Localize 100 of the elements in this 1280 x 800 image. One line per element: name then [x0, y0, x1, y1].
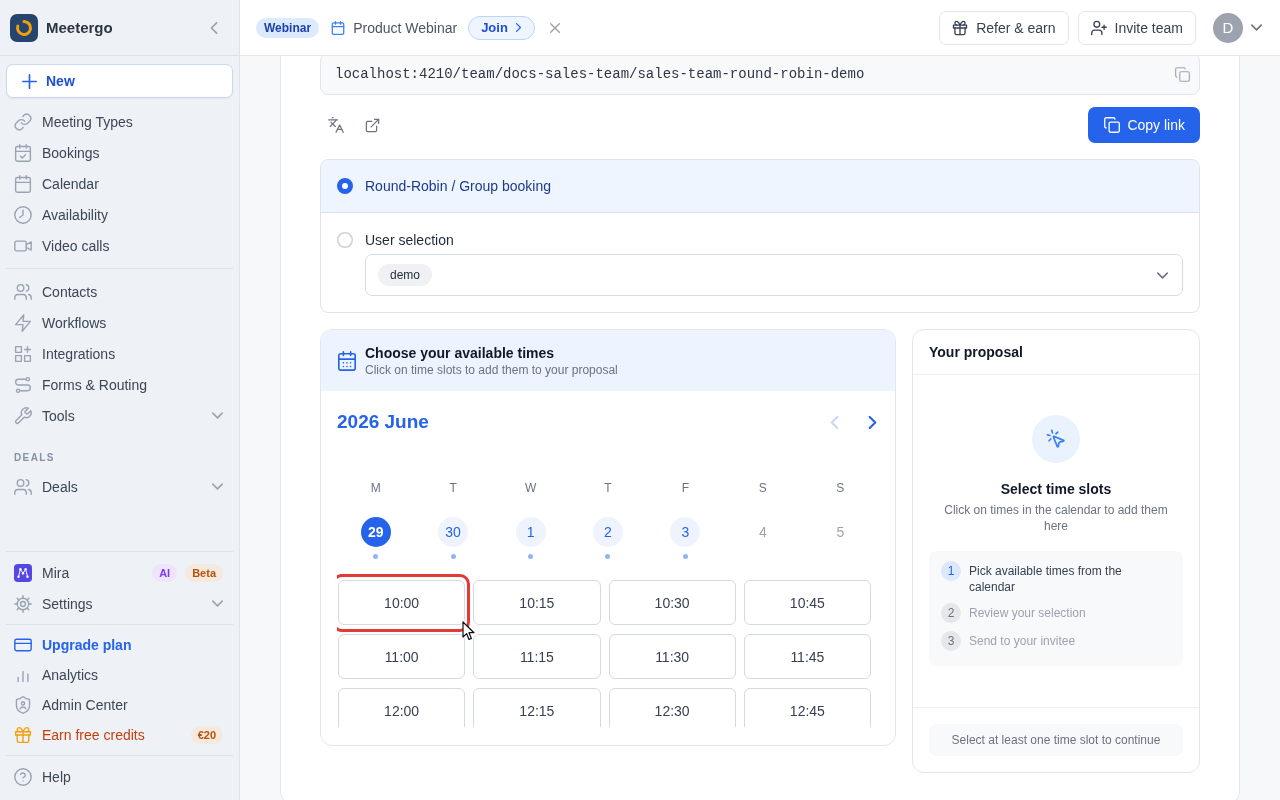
- section-heading: DEALS: [13, 452, 56, 464]
- time-slot-button[interactable]: 12:00: [338, 688, 466, 727]
- user-select-field[interactable]: demo: [365, 254, 1183, 296]
- date-button[interactable]: 1: [515, 517, 546, 547]
- weekday-label: F: [680, 480, 691, 496]
- step-text: Review your selection: [969, 605, 1086, 621]
- calendar-icon: [14, 174, 32, 193]
- grid-plus-icon: [14, 344, 32, 363]
- gift-icon: [14, 726, 32, 744]
- nav-link[interactable]: Deals: [14, 471, 212, 502]
- route-icon: [14, 375, 32, 394]
- new-button[interactable]: New: [6, 64, 233, 98]
- translate-icon[interactable]: [328, 117, 344, 133]
- empty-state-text: Click on times in the calendar to add them here: [943, 502, 1169, 534]
- join-button[interactable]: Join: [468, 15, 535, 40]
- step-text: Send to your invitee: [969, 633, 1076, 649]
- credit-card-icon: [14, 636, 32, 654]
- weekday-label: M: [369, 480, 382, 496]
- nav-link[interactable]: Calendar: [14, 168, 223, 199]
- date-button[interactable]: 29: [360, 517, 391, 547]
- nav-badge: Beta: [185, 563, 223, 582]
- settings-icon: [14, 594, 32, 613]
- users-icon: [14, 477, 32, 496]
- nav-link[interactable]: Settings: [14, 588, 212, 619]
- nav-link[interactable]: Analytics: [14, 660, 223, 690]
- link-icon: [14, 112, 32, 131]
- nav-link[interactable]: Admin Center: [14, 690, 223, 720]
- ring-logo-icon: [10, 13, 38, 42]
- action-button[interactable]: Invite team: [1077, 10, 1196, 45]
- time-slot-button[interactable]: 10:15: [473, 580, 601, 625]
- gift-icon: [952, 19, 969, 36]
- time-slot-button[interactable]: 12:30: [608, 688, 736, 727]
- weekday-label: W: [523, 480, 538, 496]
- next-month-icon[interactable]: [866, 415, 879, 429]
- time-slot-button[interactable]: 10:00: [338, 580, 466, 625]
- month-title: 2026 June: [337, 411, 429, 433]
- time-slot-button[interactable]: 11:15: [473, 634, 601, 679]
- close-icon[interactable]: [549, 22, 560, 33]
- nav-link[interactable]: Meeting Types: [14, 106, 223, 137]
- nav-badge: AI: [152, 563, 178, 582]
- nav-link[interactable]: Mira: [14, 557, 145, 588]
- time-slot-button[interactable]: 10:30: [608, 580, 736, 625]
- nav-badge: €20: [190, 726, 223, 744]
- nav-link[interactable]: Availability: [14, 199, 223, 230]
- collapse-sidebar-icon[interactable]: [208, 21, 220, 34]
- weekday-label: S: [835, 480, 846, 496]
- option-label: Round-Robin / Group booking: [365, 178, 551, 194]
- nav-link[interactable]: Forms & Routing: [14, 369, 223, 400]
- step-text: Pick available times from the calendar: [969, 563, 1123, 595]
- step-number: 2: [941, 603, 961, 623]
- url-field[interactable]: localhost:4210/team/docs-sales-team/sales-team-round-robin-demo: [320, 56, 1200, 95]
- card-subtitle: Click on time slots to add them to your proposal: [365, 361, 618, 378]
- date-button[interactable]: 2: [593, 517, 623, 547]
- calendar-icon: [331, 20, 346, 35]
- footer-hint: Select at least one time slot to continue: [929, 724, 1183, 756]
- nav-link[interactable]: Integrations: [14, 338, 223, 369]
- time-slot-button[interactable]: 11:45: [743, 634, 871, 679]
- chevron-down-icon[interactable]: [212, 481, 223, 492]
- time-slot-button[interactable]: 10:45: [743, 580, 871, 625]
- radio-button[interactable]: [337, 178, 353, 194]
- plus-icon: [22, 73, 37, 89]
- card-title: Choose your available times: [365, 343, 556, 362]
- clock-icon: [14, 205, 32, 224]
- nav-link[interactable]: Bookings: [14, 137, 223, 168]
- weekday-label: T: [603, 480, 613, 496]
- time-slot-button[interactable]: 11:30: [608, 634, 736, 679]
- time-slot-button[interactable]: 12:15: [473, 688, 601, 727]
- nav-link[interactable]: Upgrade plan: [14, 630, 223, 660]
- action-button[interactable]: Refer & earn: [939, 10, 1069, 45]
- date-button[interactable]: 30: [438, 517, 469, 547]
- user-chip: demo: [378, 264, 433, 286]
- shield-user-icon: [14, 696, 32, 714]
- nav-link[interactable]: Earn free credits: [14, 720, 183, 750]
- nav-link[interactable]: Workflows: [14, 307, 223, 338]
- brand-name: Meetergo: [46, 19, 114, 36]
- users-icon: [14, 282, 32, 301]
- user-plus-icon: [1090, 19, 1107, 36]
- external-link-icon[interactable]: [365, 117, 380, 133]
- chevron-down-icon[interactable]: [212, 598, 223, 609]
- lightning-bolt-icon: [14, 313, 32, 332]
- nav-link[interactable]: Contacts: [14, 276, 223, 307]
- step-number: 1: [941, 561, 961, 581]
- time-slot-button[interactable]: 12:45: [743, 688, 871, 727]
- chevron-down-icon[interactable]: [212, 410, 223, 421]
- copy-link-button[interactable]: Copy link: [1088, 107, 1200, 143]
- chevron-down-icon[interactable]: [1251, 22, 1262, 33]
- calendar-icon: [337, 350, 357, 371]
- help-icon: [14, 767, 32, 786]
- nav-link[interactable]: Tools: [14, 400, 212, 431]
- date-button[interactable]: 3: [670, 517, 701, 547]
- calendar-check-icon: [14, 143, 32, 162]
- mouse-cursor-icon: [462, 621, 475, 641]
- chevron-right-icon: [513, 23, 523, 32]
- weekday-label: S: [757, 480, 768, 496]
- time-slot-button[interactable]: 11:00: [338, 634, 466, 679]
- copy-icon: [1104, 117, 1121, 133]
- nav-link[interactable]: Video calls: [14, 230, 223, 261]
- copy-icon[interactable]: [1175, 66, 1190, 82]
- nav-link[interactable]: Help: [14, 761, 223, 792]
- step-number: 3: [941, 631, 961, 651]
